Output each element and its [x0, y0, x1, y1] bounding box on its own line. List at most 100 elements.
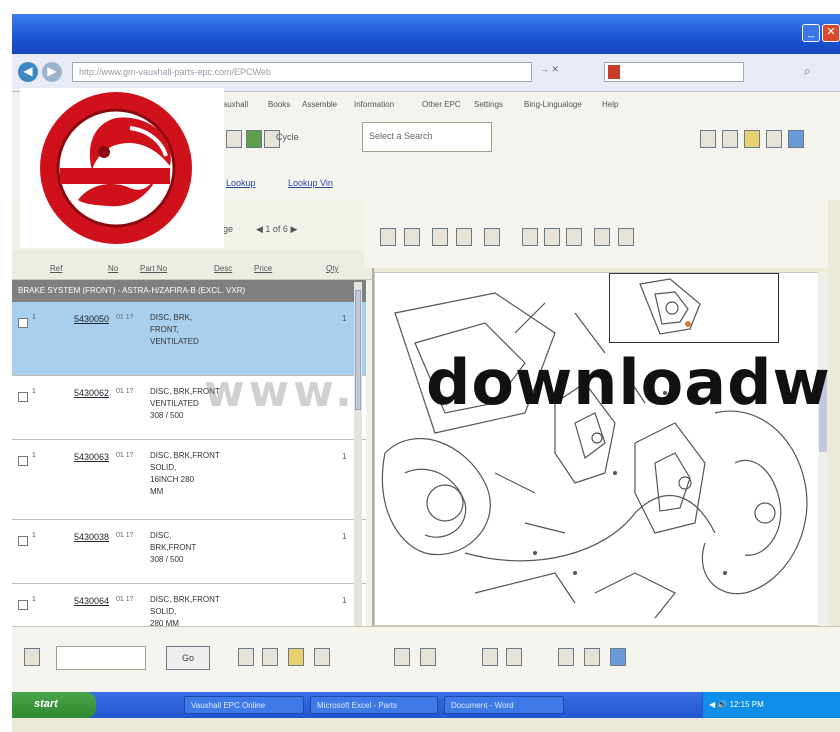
column-desc[interactable]: Desc [214, 264, 232, 273]
cart-icon[interactable] [506, 648, 522, 666]
column-part-no[interactable]: Part No [140, 264, 167, 273]
list-icon[interactable] [262, 648, 278, 666]
diagram-scrollbar[interactable] [818, 272, 828, 626]
close-button[interactable]: ✕ [822, 24, 840, 42]
inset-drawing [639, 278, 701, 335]
taskbar-item[interactable]: Document - Word [444, 696, 564, 714]
diagram-inset [609, 273, 779, 343]
bookmark-icon[interactable] [558, 648, 574, 666]
go-button[interactable]: Go [166, 646, 210, 670]
taskbar-item[interactable]: Vauxhall EPC Online [184, 696, 304, 714]
part-number-link[interactable]: 5430064 [74, 596, 109, 606]
cycle-button[interactable]: Cycle [276, 132, 299, 142]
search-input[interactable] [604, 62, 744, 82]
url-input[interactable]: http://www.gm-vauxhall-parts-epc.com/EPC… [72, 62, 532, 82]
history-icon[interactable] [584, 648, 600, 666]
page-navigator[interactable]: ◀ 1 of 6 ▶ [256, 224, 297, 235]
globe-icon[interactable] [610, 648, 626, 666]
attach-icon[interactable] [420, 648, 436, 666]
row-version: 01 1? [116, 596, 134, 603]
row-number: 1 [32, 596, 36, 603]
system-tray: ◀ 🔊 12:15 PM [702, 692, 840, 718]
select-icon[interactable] [380, 228, 396, 246]
menu-item-lingualoge[interactable]: Bing-Lingualoge [524, 100, 582, 109]
column-qty[interactable]: Qty [326, 264, 338, 273]
scrollbar-thumb[interactable] [355, 290, 361, 410]
row-qty: 1 [342, 596, 347, 605]
griffin-icon [40, 92, 192, 244]
pointer-icon[interactable] [404, 228, 420, 246]
search-type-select[interactable]: Select a Search [362, 122, 492, 152]
column-ref[interactable]: Ref [50, 264, 62, 273]
part-number-link[interactable]: 5430062 [74, 388, 109, 398]
watermark-text: downloadw [426, 346, 831, 419]
menu-item-help[interactable]: Help [602, 100, 618, 109]
part-number-link[interactable]: 5430050 [74, 314, 109, 324]
back-arrow-icon[interactable] [226, 130, 242, 148]
search-icon[interactable]: ⌕ [804, 64, 811, 79]
part-number-link[interactable]: 5430038 [74, 532, 109, 542]
measure-icon[interactable] [456, 228, 472, 246]
zoom-fit-icon[interactable] [484, 228, 500, 246]
help-diagram-icon[interactable] [618, 228, 634, 246]
part-description: DISC, BRK,FRONT SOLID, 280 MM [150, 595, 220, 626]
menu-item-settings[interactable]: Settings [474, 100, 503, 109]
row-qty: 1 [342, 314, 347, 323]
table-row[interactable]: 1 5430050 01 1? DISC, BRK, FRONT, VENTIL… [12, 302, 366, 376]
zoom-in-icon[interactable] [522, 228, 538, 246]
row-version: 01 1? [116, 314, 134, 321]
go-refresh-controls[interactable]: → ✕ [540, 64, 559, 75]
notes-icon[interactable] [394, 648, 410, 666]
pan-icon[interactable] [432, 228, 448, 246]
column-price[interactable]: Price [254, 264, 272, 273]
save-icon[interactable] [766, 130, 782, 148]
open-folder-icon[interactable] [288, 648, 304, 666]
menu-item-other-epc[interactable]: Other EPC [422, 100, 461, 109]
menu-item-information[interactable]: Information [354, 100, 394, 109]
lookup-link[interactable]: Lookup [226, 178, 256, 188]
row-qty: 1 [342, 532, 347, 541]
print-diagram-icon[interactable] [594, 228, 610, 246]
menu-item-books[interactable]: Books [268, 100, 290, 109]
folder-icon[interactable] [744, 130, 760, 148]
row-number: 1 [32, 388, 36, 395]
link-icon[interactable] [482, 648, 498, 666]
zoom-out-icon[interactable] [544, 228, 560, 246]
help-icon[interactable] [788, 130, 804, 148]
table-row[interactable]: 1 5430038 01 1? DISC, BRK,FRONT 308 / 50… [12, 520, 366, 584]
row-checkbox[interactable] [18, 536, 28, 546]
export-icon[interactable] [314, 648, 330, 666]
copy-icon[interactable] [566, 228, 582, 246]
row-version: 01 1? [116, 388, 134, 395]
back-button[interactable]: ◀ [18, 62, 38, 82]
row-checkbox[interactable] [18, 600, 28, 610]
table-row[interactable]: 1 5430064 01 1? DISC, BRK,FRONT SOLID, 2… [12, 584, 366, 626]
row-number: 1 [32, 532, 36, 539]
minimize-button[interactable]: _ [802, 24, 820, 42]
row-number: 1 [32, 314, 36, 321]
menu-item-assemble[interactable]: Assemble [302, 100, 337, 109]
start-button[interactable]: start [12, 692, 96, 718]
forward-button[interactable]: ▶ [42, 62, 62, 82]
part-number-link[interactable]: 5430063 [74, 452, 109, 462]
settings-icon[interactable] [722, 130, 738, 148]
bing-icon [608, 65, 620, 79]
undo-icon[interactable] [238, 648, 254, 666]
exploded-parts-diagram[interactable] [374, 272, 828, 626]
print-icon[interactable] [700, 130, 716, 148]
home-icon[interactable] [246, 130, 262, 148]
watermark-prefix: www. [204, 366, 356, 417]
table-row[interactable]: 1 5430063 01 1? DISC, BRK,FRONT SOLID, 1… [12, 440, 366, 520]
row-checkbox[interactable] [18, 318, 28, 328]
lookup-vin-link[interactable]: Lookup Vin [288, 178, 333, 188]
parts-list-scrollbar[interactable] [354, 282, 362, 626]
row-checkbox[interactable] [18, 392, 28, 402]
page-number-input[interactable] [56, 646, 146, 670]
column-no[interactable]: No [108, 264, 118, 273]
parts-list: 1 5430050 01 1? DISC, BRK, FRONT, VENTIL… [12, 302, 366, 626]
part-description: DISC, BRK,FRONT SOLID, 16INCH 280 MM [150, 451, 220, 496]
row-checkbox[interactable] [18, 456, 28, 466]
info-icon[interactable] [24, 648, 40, 666]
column-header-row [12, 250, 372, 280]
taskbar-item[interactable]: Microsoft Excel - Parts [310, 696, 438, 714]
